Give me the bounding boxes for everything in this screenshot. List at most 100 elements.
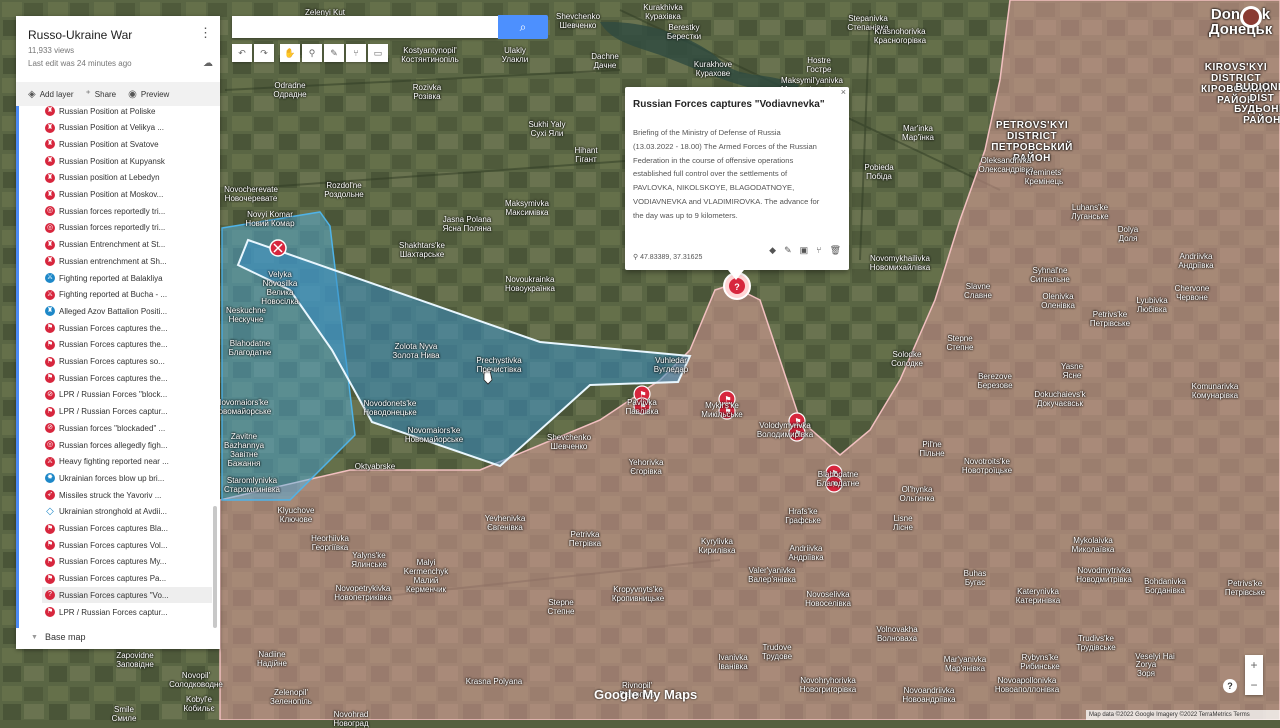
search-button[interactable]: ⌕: [498, 15, 548, 39]
layer-item[interactable]: ⚑ Russian Forces captures so...: [45, 354, 210, 370]
layer-item[interactable]: ♜ Russian entrenchment at Sh...: [45, 253, 210, 269]
hand-icon[interactable]: ✋: [280, 44, 300, 62]
layer-item[interactable]: ⚑ LPR / Russian Forces captur...: [45, 604, 210, 620]
layer-item[interactable]: ⚔ Fighting reported at Balakliya: [45, 270, 210, 286]
place-label-line: Prechystivka: [476, 356, 522, 365]
place-label-line: Новочеревате: [224, 194, 278, 203]
draw-line-icon[interactable]: ✎: [324, 44, 344, 62]
place-label-prechystivka: Prechystivka Пречистівка: [476, 356, 521, 374]
place-label-line: KIROVS'KYI: [1204, 62, 1268, 73]
place-label-line: Ясне: [1062, 371, 1082, 380]
place-label-novopetrykivka: Novopetrykivka Новопетриківка: [334, 584, 392, 602]
layer-label: Russian Position at Velikya ...: [59, 123, 164, 133]
place-label-line: Novodonets'ke: [363, 399, 417, 408]
redo-icon[interactable]: ↷: [254, 44, 274, 62]
place-label-line: Ivanivka: [718, 653, 748, 662]
camera-icon[interactable]: ▣: [800, 245, 809, 256]
layer-item[interactable]: ⚔ Fighting reported at Bucha - ...: [45, 287, 210, 303]
layer-item[interactable]: ◎ Russian forces reportedly tri...: [45, 203, 210, 219]
place-label-rozivka: Rozivka Розівка: [413, 83, 441, 101]
place-label-line: Золота Нива: [392, 351, 440, 360]
layer-item[interactable]: ♜ Alleged Azov Battalion Positi...: [45, 303, 210, 319]
place-label-novoselivka: Novoselivka Новоселівка: [805, 590, 851, 608]
eye-icon: ◉: [128, 88, 137, 100]
layer-item[interactable]: ⚑ Russian Forces captures Pa...: [45, 571, 210, 587]
layer-item[interactable]: ♜ Russian position at Lebedyn: [45, 170, 210, 186]
layer-list-scrollbar[interactable]: [213, 506, 217, 628]
directions-icon[interactable]: ⑂: [346, 44, 366, 62]
place-label-line: Пречистівка: [476, 365, 522, 374]
place-label-novoukrainka: Novoukrainka Новоукраїнка: [505, 275, 555, 293]
place-label-olhynka: Ol'hynka Ольгинка: [900, 485, 935, 503]
layer-item[interactable]: ⚑ Russian Forces captures the...: [45, 370, 210, 386]
layer-item[interactable]: ➶ Missiles struck the Yavoriv ...: [45, 487, 210, 503]
layer-item[interactable]: ♜ Russian Entrenchment at St...: [45, 237, 210, 253]
directions-icon[interactable]: ⑂: [816, 245, 821, 256]
place-label-rozdolne: Rozdol'ne Роздольне: [324, 181, 363, 199]
layer-item[interactable]: ⊘ Russian forces "blockaded" ...: [45, 420, 210, 436]
close-icon[interactable]: ×: [841, 87, 846, 97]
place-label-line: Ялинське: [351, 560, 387, 569]
share-button[interactable]: ⁺ Share: [86, 89, 117, 100]
place-label-line: Bohdanivka: [1144, 577, 1186, 586]
crossed-swords-icon: ⚔: [45, 273, 55, 283]
place-label-nadiine: Nadiine Надійне: [257, 650, 287, 668]
delete-icon[interactable]: 🗑: [830, 245, 841, 256]
place-label-dolia: Dolya Доля: [1118, 225, 1138, 243]
place-label-line: Novocherevate: [224, 185, 278, 194]
map-title[interactable]: Russo-Ukraine War: [28, 28, 132, 42]
place-label-line: Blahodatne: [229, 339, 271, 348]
layer-item[interactable]: ✸ Ukrainian forces blow up bri...: [45, 470, 210, 486]
layer-item[interactable]: ⚑ Russian Forces captures Vol...: [45, 537, 210, 553]
layer-item[interactable]: ♜ Russian Position at Svatove: [45, 136, 210, 152]
place-label-line: Солодке: [891, 359, 923, 368]
add-layer-button[interactable]: ◈ Add layer: [28, 89, 74, 100]
place-label-hostre: Hostre Гостре: [807, 56, 832, 74]
user-avatar[interactable]: [1240, 6, 1262, 28]
layer-item[interactable]: ♜ Russian Position at Velikya ...: [45, 120, 210, 136]
edit-icon[interactable]: ✎: [784, 245, 792, 256]
base-map-toggle[interactable]: ▼ Base map: [31, 632, 85, 642]
layer-item[interactable]: ♜ Russian Position at Poliske: [45, 106, 210, 119]
preview-button[interactable]: ◉ Preview: [128, 89, 169, 100]
layer-item[interactable]: ♜ Russian Position at Kupyansk: [45, 153, 210, 169]
more-options-icon[interactable]: ⋮: [199, 25, 212, 41]
place-label-line: Сухі Яли: [530, 129, 564, 138]
search-input[interactable]: [232, 16, 498, 38]
layer-label: Russian Forces captures the...: [59, 323, 168, 333]
layer-item[interactable]: ♜ Russian Position at Moskov...: [45, 187, 210, 203]
layer-item[interactable]: ⊘ LPR / Russian Forces "block...: [45, 387, 210, 403]
place-label-line: Шахтарське: [399, 250, 445, 259]
paint-bucket-icon[interactable]: ◆: [769, 245, 776, 256]
place-label-line: Георгіївка: [311, 543, 349, 552]
map-attribution[interactable]: Map data ©2022 Google Imagery ©2022 Terr…: [1086, 710, 1280, 720]
place-label-line: Dolya: [1117, 225, 1139, 234]
place-label-line: Андріївка: [788, 553, 824, 562]
layer-item[interactable]: ⚑ Russian Forces captures Bla...: [45, 521, 210, 537]
place-label-line: Завітне: [230, 450, 258, 459]
zoom-out-button[interactable]: −: [1245, 675, 1263, 695]
layer-label: Russian Forces captures Bla...: [59, 524, 168, 533]
layer-item[interactable]: ⚔ Heavy fighting reported near ...: [45, 454, 210, 470]
layer-item[interactable]: ◎ Russian forces allegedly figh...: [45, 437, 210, 453]
undo-icon[interactable]: ↶: [232, 44, 252, 62]
ruler-icon[interactable]: ▭: [368, 44, 388, 62]
layer-item[interactable]: ⚑ Russian Forces captures the...: [45, 337, 210, 353]
layer-item[interactable]: ⚑ Russian Forces captures My...: [45, 554, 210, 570]
place-label-andriivka: Andriivka Андріївка: [1178, 252, 1213, 270]
place-label-novomaiorske-left: Novomaiors'ke Новомайорське: [213, 398, 271, 416]
place-label-stepne-bot: Stepne Степне: [548, 598, 575, 616]
layer-item[interactable]: ⚑ Russian Forces captures the...: [45, 320, 210, 336]
marker-russian-position[interactable]: [269, 239, 287, 257]
place-label-ivanivka: Ivanivka Іванівка: [718, 653, 747, 671]
layer-item[interactable]: ⚑ LPR / Russian Forces captur...: [45, 404, 210, 420]
flag-icon: ⚑: [45, 339, 55, 350]
place-label-line: Maksymil'yanivka: [781, 76, 843, 85]
layer-item[interactable]: ◇ Ukrainian stronghold at Avdii...: [45, 504, 210, 520]
zoom-in-button[interactable]: +: [1245, 655, 1263, 675]
layer-item[interactable]: ? Russian Forces captures "Vo...: [42, 587, 212, 604]
place-label-kasna-polana: Krasna Polyana: [466, 677, 522, 686]
help-button[interactable]: ?: [1223, 679, 1237, 693]
marker-icon[interactable]: ⚲: [302, 44, 322, 62]
layer-item[interactable]: ◎ Russian forces reportedly tri...: [45, 220, 210, 236]
